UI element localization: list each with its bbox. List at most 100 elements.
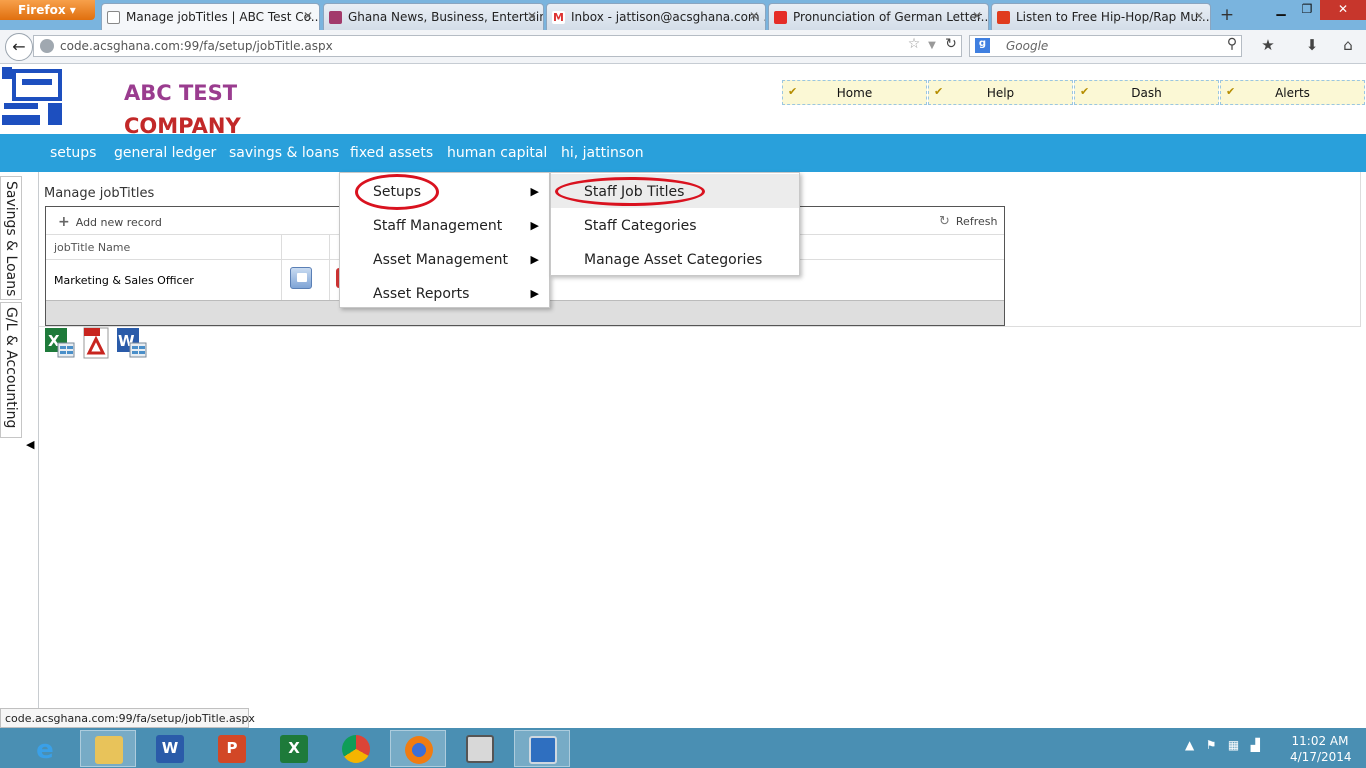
close-icon[interactable]: ✕ — [749, 9, 759, 23]
side-tab-label: G/L & Accounting — [3, 307, 19, 429]
main-menu: setups general ledger savings & loans fi… — [0, 134, 1366, 172]
quicknav-label: Dash — [1131, 86, 1162, 100]
menu-savings-loans[interactable]: savings & loans — [229, 145, 339, 161]
page-title: Manage jobTitles — [44, 186, 155, 201]
export-word-icon[interactable]: W — [116, 327, 148, 359]
quicknav-help[interactable]: ✔ Help — [928, 80, 1073, 105]
signal-icon[interactable]: ▟ — [1251, 738, 1260, 752]
highlight-oval-setups — [355, 174, 439, 210]
tab-pronunciation[interactable]: Pronunciation of German Letter... ✕ — [768, 3, 989, 30]
url-text: code.acsghana.com:99/fa/setup/jobTitle.a… — [60, 39, 333, 53]
edit-icon[interactable] — [290, 267, 312, 289]
plus-icon: + — [58, 214, 70, 230]
export-pdf-icon[interactable] — [80, 327, 112, 359]
quicknav-label: Alerts — [1275, 86, 1310, 100]
collapse-arrow-icon[interactable]: ◀ — [26, 438, 34, 451]
tab-title: Manage jobTitles | ABC Test Co... — [126, 10, 320, 24]
tab-title: Pronunciation of German Letter... — [793, 10, 989, 24]
menu-setups[interactable]: setups — [50, 145, 96, 161]
quicknav-dash[interactable]: ✔ Dash — [1074, 80, 1219, 105]
taskbar-ie[interactable]: e — [17, 730, 73, 767]
submenu-arrow-icon: ▶ — [530, 185, 539, 198]
tab-hiphop[interactable]: Listen to Free Hip-Hop/Rap Mu... ✕ — [991, 3, 1211, 30]
close-icon[interactable]: ✕ — [1194, 9, 1204, 23]
taskbar-explorer[interactable] — [80, 730, 136, 767]
close-icon[interactable]: ✕ — [972, 9, 982, 23]
taskbar-video[interactable] — [452, 730, 508, 767]
add-new-record-button[interactable]: + Add new record — [58, 214, 162, 230]
check-icon: ✔ — [1080, 85, 1090, 98]
column-divider — [281, 260, 282, 300]
menu-item-asset-management[interactable]: Asset Management ▶ — [340, 242, 549, 276]
search-icon[interactable]: ⚲ — [1220, 36, 1244, 58]
site-icon — [997, 11, 1010, 24]
folder-icon — [95, 736, 123, 764]
quicknav-home[interactable]: ✔ Home — [782, 80, 927, 105]
system-tray: ▲ ⚑ ▦ ▟ — [1185, 738, 1260, 752]
new-tab-button[interactable]: + — [1213, 5, 1241, 28]
menu-user-greeting[interactable]: hi, jattinson — [561, 145, 644, 161]
column-header-jobtitle-name[interactable]: jobTitle Name — [54, 241, 130, 254]
taskbar-firefox[interactable] — [390, 730, 446, 767]
check-icon: ✔ — [934, 85, 944, 98]
flag-icon[interactable]: ⚑ — [1206, 738, 1217, 752]
reload-icon[interactable]: ↻ — [939, 36, 963, 58]
back-button[interactable]: ← — [5, 33, 33, 61]
refresh-label: Refresh — [955, 215, 998, 228]
taskbar-powerpoint[interactable]: P — [204, 730, 260, 767]
network-icon[interactable]: ▦ — [1228, 738, 1239, 752]
firefox-menu-label: Firefox — [18, 3, 66, 17]
search-placeholder: Google — [1006, 39, 1049, 53]
submenu-arrow-icon: ▶ — [530, 219, 539, 232]
page-icon — [107, 11, 120, 24]
remote-desktop-icon — [529, 736, 557, 764]
video-icon — [466, 735, 494, 763]
tray-arrow-icon[interactable]: ▲ — [1185, 738, 1194, 752]
search-input[interactable]: Google — [969, 35, 1242, 57]
quicknav-label: Home — [836, 86, 873, 100]
quicknav-alerts[interactable]: ✔ Alerts — [1220, 80, 1365, 105]
close-window-icon[interactable]: ✕ — [1320, 0, 1366, 20]
menu-fixed-assets[interactable]: fixed assets — [350, 145, 433, 161]
menu-general-ledger[interactable]: general ledger — [114, 145, 216, 161]
url-bar[interactable]: code.acsghana.com:99/fa/setup/jobTitle.a… — [33, 35, 962, 57]
side-tab-savings-loans[interactable]: Savings & Loans — [0, 176, 22, 300]
minimize-icon[interactable]: ▁ — [1268, 0, 1294, 20]
export-excel-icon[interactable]: X — [44, 327, 76, 359]
taskbar-remote-desktop[interactable] — [514, 730, 570, 767]
refresh-icon: ↻ — [939, 214, 950, 229]
home-icon[interactable]: ⌂ — [1336, 36, 1360, 58]
tab-inbox[interactable]: M Inbox - jattison@acsghana.com ... ✕ — [546, 3, 766, 30]
menu-item-staff-management[interactable]: Staff Management ▶ — [340, 208, 549, 242]
menu-human-capital[interactable]: human capital — [447, 145, 547, 161]
side-tab-gl-accounting[interactable]: G/L & Accounting — [0, 302, 22, 438]
clock-date: 4/17/2014 — [1290, 750, 1352, 764]
column-divider — [329, 260, 330, 300]
menu-item-manage-asset-categories[interactable]: Manage Asset Categories — [551, 242, 799, 276]
company-name-line1: ABC TEST — [124, 81, 238, 105]
highlight-oval-staff-job-titles — [555, 177, 705, 206]
refresh-button[interactable]: ↻ Refresh — [939, 214, 997, 229]
taskbar-excel[interactable]: X — [266, 730, 322, 767]
globe-icon — [40, 39, 54, 53]
chrome-icon — [342, 735, 370, 763]
tab-manage-jobtitles[interactable]: Manage jobTitles | ABC Test Co... ✕ — [101, 3, 320, 30]
clock[interactable]: 11:02 AM 4/17/2014 — [1290, 733, 1352, 765]
menu-item-label: Asset Management — [373, 252, 508, 268]
google-icon[interactable]: g — [975, 38, 990, 53]
download-icon[interactable]: ⬇ — [1300, 36, 1324, 58]
taskbar-chrome[interactable] — [328, 730, 384, 767]
menu-item-asset-reports[interactable]: Asset Reports ▶ — [340, 276, 549, 310]
menu-item-staff-categories[interactable]: Staff Categories — [551, 208, 799, 242]
close-icon[interactable]: ✕ — [527, 9, 537, 23]
taskbar-word[interactable]: W — [142, 730, 198, 767]
firefox-icon — [405, 736, 433, 764]
tab-ghana-news[interactable]: Ghana News, Business, Entertain... ✕ — [323, 3, 544, 30]
youtube-icon — [774, 11, 787, 24]
close-icon[interactable]: ✕ — [303, 9, 313, 23]
firefox-menu-button[interactable]: Firefox ▾ — [0, 0, 95, 20]
submenu-arrow-icon: ▶ — [530, 287, 539, 300]
bookmarks-icon[interactable]: ★ — [1256, 36, 1280, 58]
tab-title: Inbox - jattison@acsghana.com ... — [571, 10, 766, 24]
restore-icon[interactable]: ❐ — [1294, 0, 1320, 20]
